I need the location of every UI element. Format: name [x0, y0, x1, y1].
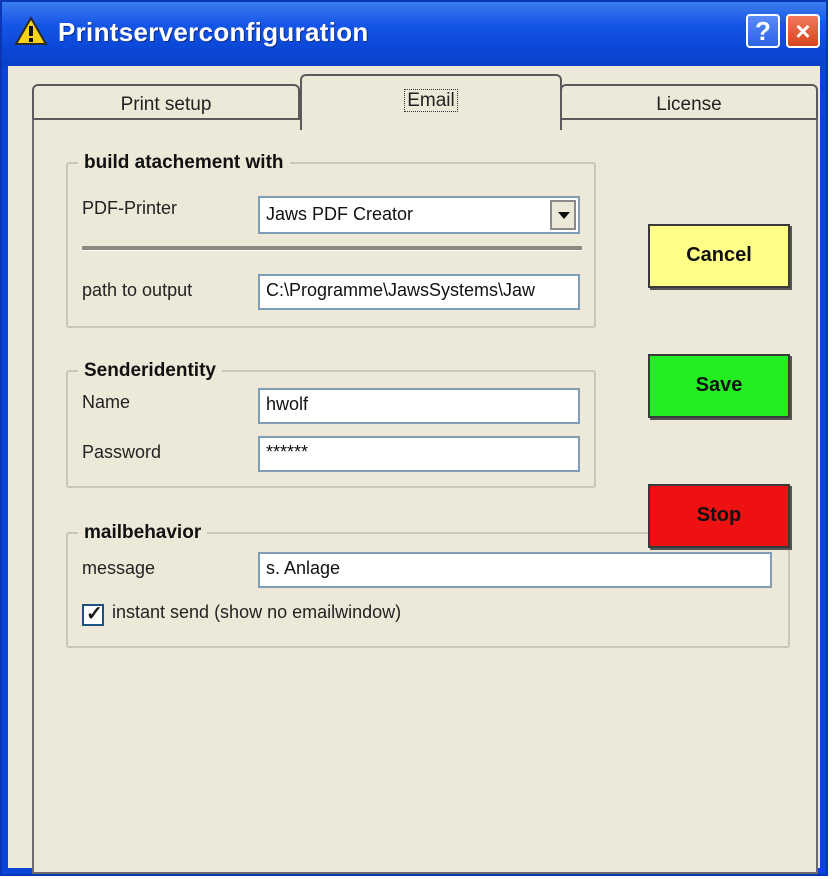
warning-icon	[14, 16, 48, 45]
mail-behavior-group: mailbehavior message s. Anlage ✓ instant…	[66, 522, 790, 648]
message-input[interactable]: s. Anlage	[258, 552, 772, 588]
password-input[interactable]: ******	[258, 436, 580, 472]
output-path-label: path to output	[82, 280, 193, 300]
close-button[interactable]: ×	[786, 14, 820, 48]
stop-button[interactable]: Stop	[648, 484, 790, 548]
dialog-window: Printserverconfiguration ? × Print setup…	[0, 0, 828, 876]
tab-email-label: Email	[404, 89, 458, 112]
check-icon: ✓	[86, 603, 103, 625]
instant-send-checkbox[interactable]: ✓	[82, 603, 104, 626]
window-title: Printserverconfiguration	[58, 17, 369, 47]
password-label: Password	[82, 442, 162, 462]
mail-behavior-legend: mailbehavior	[78, 522, 208, 544]
output-path-input[interactable]: C:\Programme\JawsSystems\Jaw	[258, 274, 580, 310]
help-button[interactable]: ?	[746, 14, 780, 48]
cancel-button[interactable]: Cancel	[648, 224, 790, 288]
chevron-down-icon[interactable]	[550, 200, 576, 230]
name-input[interactable]: hwolf	[258, 388, 580, 424]
dialog-client-area: Print setup License Email build atacheme…	[8, 66, 820, 874]
instant-send-label[interactable]: instant send (show no emailwindow)	[112, 602, 401, 623]
attachment-separator	[82, 246, 582, 251]
pdf-printer-select[interactable]: Jaws PDF Creator	[258, 196, 580, 234]
tab-email[interactable]: Email	[300, 74, 562, 130]
attachment-group-legend: build atachement with	[78, 152, 290, 174]
sender-identity-legend: Senderidentity	[78, 360, 222, 382]
title-bar[interactable]: Printserverconfiguration ? ×	[2, 2, 826, 66]
name-label: Name	[82, 392, 131, 412]
email-tab-panel: build atachement with PDF-Printer Jaws P…	[32, 118, 818, 874]
attachment-group: build atachement with PDF-Printer Jaws P…	[66, 152, 596, 328]
sender-identity-group: Senderidentity Name hwolf Password *****…	[66, 360, 596, 488]
message-label: message	[82, 558, 156, 578]
pdf-printer-label: PDF-Printer	[82, 198, 178, 218]
pdf-printer-value: Jaws PDF Creator	[266, 204, 414, 224]
save-button[interactable]: Save	[648, 354, 790, 418]
